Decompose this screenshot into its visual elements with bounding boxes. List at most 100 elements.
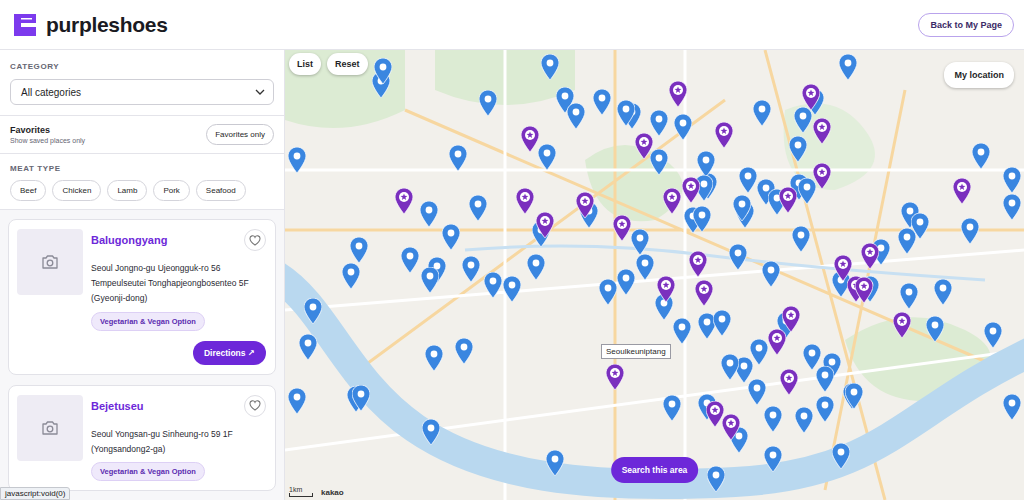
map-pin[interactable] xyxy=(706,401,724,427)
map-pin[interactable] xyxy=(425,345,443,371)
favorite-button[interactable] xyxy=(244,395,266,417)
map-pin[interactable] xyxy=(861,243,879,269)
map-pin[interactable] xyxy=(650,149,668,175)
map-pin[interactable] xyxy=(527,254,545,280)
meat-type-chip[interactable]: Pork xyxy=(153,180,189,201)
back-button[interactable]: Back to My Page xyxy=(918,13,1014,37)
map-pin[interactable] xyxy=(855,277,873,303)
map-pin[interactable] xyxy=(900,283,918,309)
place-card[interactable]: BejetuseuSeoul Yongsan-gu Sinheung-ro 59… xyxy=(8,385,276,492)
place-card[interactable]: BalugongyangSeoul Jongno-gu Ujeongguk-ro… xyxy=(8,219,276,375)
map-pin[interactable] xyxy=(934,279,952,305)
map-pin[interactable] xyxy=(657,276,675,302)
map-pin[interactable] xyxy=(342,263,360,289)
favorites-only-button[interactable]: Favorites only xyxy=(206,124,274,145)
map-pin[interactable] xyxy=(733,195,751,221)
map-pin[interactable] xyxy=(764,406,782,432)
map-pin[interactable] xyxy=(546,450,564,476)
map-pin[interactable] xyxy=(816,396,834,422)
favorite-button[interactable] xyxy=(244,229,266,251)
meat-type-chip[interactable]: Lamb xyxy=(107,180,147,201)
map-pin[interactable] xyxy=(1003,167,1021,193)
map-pin[interactable] xyxy=(674,114,692,140)
map-pin[interactable] xyxy=(1003,394,1021,420)
map-pin[interactable] xyxy=(782,306,800,332)
map-pin[interactable] xyxy=(536,212,554,238)
my-location-button[interactable]: My location xyxy=(944,62,1014,88)
map-pin[interactable] xyxy=(449,145,467,171)
map-pin[interactable] xyxy=(715,122,733,148)
map-pin[interactable] xyxy=(636,254,654,280)
map-pin[interactable] xyxy=(748,379,766,405)
map-pin[interactable] xyxy=(794,107,812,133)
map-pin[interactable] xyxy=(713,310,731,336)
map-pin[interactable] xyxy=(764,446,782,472)
map-pin[interactable] xyxy=(503,276,521,302)
map-pin[interactable] xyxy=(673,318,691,344)
map-pin[interactable] xyxy=(721,354,739,380)
map-pin[interactable] xyxy=(395,188,413,214)
map-pin[interactable] xyxy=(739,167,757,193)
map-pin[interactable] xyxy=(803,344,821,370)
map-pin[interactable] xyxy=(893,312,911,338)
map-pin[interactable] xyxy=(567,103,585,129)
map-pin[interactable] xyxy=(898,228,916,254)
map-pin[interactable] xyxy=(288,388,306,414)
map-pin[interactable] xyxy=(538,144,556,170)
map-pin[interactable] xyxy=(722,414,740,440)
map-pin[interactable] xyxy=(350,237,368,263)
map-pin[interactable] xyxy=(374,58,392,84)
map-pin[interactable] xyxy=(422,419,440,445)
map-pin[interactable] xyxy=(729,244,747,270)
map-control-button[interactable]: Reset xyxy=(327,53,368,75)
map-pin[interactable] xyxy=(613,215,631,241)
map-pin[interactable] xyxy=(606,364,624,390)
meat-type-chip[interactable]: Beef xyxy=(10,180,46,201)
map-pin[interactable] xyxy=(753,100,771,126)
meat-type-chip[interactable]: Chicken xyxy=(52,180,101,201)
map-pin[interactable] xyxy=(631,229,649,255)
map-pin[interactable] xyxy=(516,188,534,214)
map-pin[interactable] xyxy=(816,366,834,392)
map-pin[interactable] xyxy=(834,255,852,281)
map-pin[interactable] xyxy=(961,218,979,244)
search-area-button[interactable]: Search this area xyxy=(611,457,699,483)
map-pin[interactable] xyxy=(707,466,725,492)
map-pin[interactable] xyxy=(352,385,370,411)
map-pin[interactable] xyxy=(798,178,816,204)
map-pin[interactable] xyxy=(663,188,681,214)
map-pin[interactable] xyxy=(521,126,539,152)
map-pin[interactable] xyxy=(762,261,780,287)
place-name[interactable]: Balugongyang xyxy=(91,234,167,246)
map-pin[interactable] xyxy=(469,195,487,221)
map-control-button[interactable]: List xyxy=(289,53,321,75)
map-pin[interactable] xyxy=(779,187,797,213)
map-pin[interactable] xyxy=(599,279,617,305)
brand[interactable]: purpleshoes xyxy=(12,12,168,38)
map-pin[interactable] xyxy=(697,151,715,177)
map-pin[interactable] xyxy=(304,298,322,324)
map-pin[interactable] xyxy=(420,201,438,227)
map-pin[interactable] xyxy=(813,163,831,189)
map-attribution[interactable]: kakao xyxy=(321,488,344,497)
map-pin[interactable] xyxy=(442,224,460,250)
map-pin[interactable] xyxy=(750,339,768,365)
map-pin[interactable] xyxy=(650,110,668,136)
map-pin[interactable] xyxy=(795,407,813,433)
map-pin[interactable] xyxy=(813,118,831,144)
map-pin[interactable] xyxy=(401,247,419,273)
map-pin[interactable] xyxy=(479,90,497,116)
map-pin[interactable] xyxy=(576,192,594,218)
map-pin[interactable] xyxy=(541,54,559,80)
map-pin[interactable] xyxy=(984,322,1002,348)
map-pin[interactable] xyxy=(593,89,611,115)
map-pin[interactable] xyxy=(288,147,306,173)
map-pin[interactable] xyxy=(832,443,850,469)
map-pin[interactable] xyxy=(669,81,687,107)
map-pin[interactable] xyxy=(693,206,711,232)
map-pin[interactable] xyxy=(462,256,480,282)
map-pin[interactable] xyxy=(845,383,863,409)
map-pin[interactable] xyxy=(689,251,707,277)
map-pin[interactable] xyxy=(695,280,713,306)
map-pin[interactable] xyxy=(953,178,971,204)
